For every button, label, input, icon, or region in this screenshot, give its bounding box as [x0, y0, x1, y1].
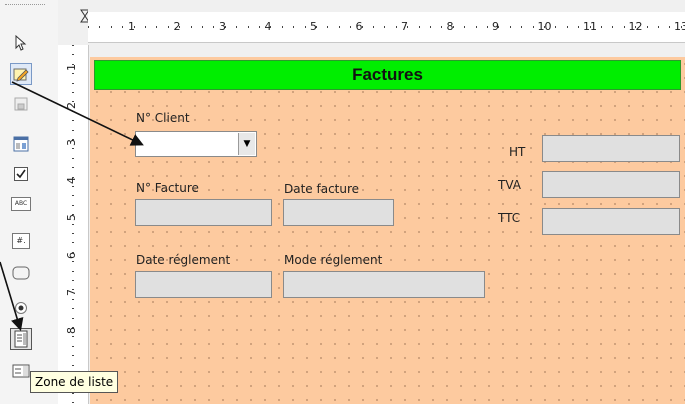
arrow-to-listbox: [0, 261, 24, 332]
arrow-to-combo: [11, 81, 144, 146]
annotation-arrows: [0, 81, 144, 332]
tooltip: Zone de liste: [30, 371, 119, 393]
